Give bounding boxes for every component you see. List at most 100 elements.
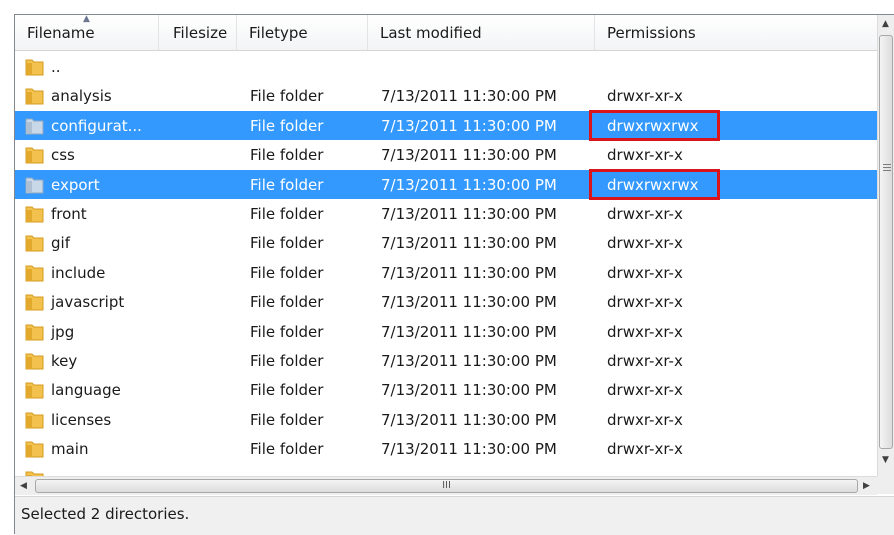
column-header-permissions-label: Permissions bbox=[607, 24, 696, 42]
file-name: jpg bbox=[51, 323, 75, 341]
scroll-grip-line bbox=[883, 167, 891, 168]
file-type: File folder bbox=[250, 205, 324, 223]
file-row[interactable]: gif File folder 7/13/2011 11:30:00 PM drwxr… bbox=[15, 228, 877, 257]
column-header-last-modified[interactable]: Last modified bbox=[368, 15, 595, 50]
file-row[interactable] bbox=[15, 464, 877, 476]
file-row[interactable]: main File folder 7/13/2011 11:30:00 PM drwx… bbox=[15, 434, 877, 463]
folder-icon bbox=[25, 205, 44, 223]
file-type: File folder bbox=[250, 176, 324, 194]
column-header-filesize-label: Filesize bbox=[173, 24, 228, 42]
file-row[interactable]: licenses File folder 7/13/2011 11:30:00 PM… bbox=[15, 405, 877, 434]
file-row[interactable]: .. bbox=[15, 52, 877, 81]
file-permissions: drwxr-xr-x bbox=[607, 87, 683, 105]
folder-icon bbox=[25, 293, 44, 311]
file-name: gif bbox=[51, 234, 70, 252]
folder-icon bbox=[25, 146, 44, 164]
folder-icon bbox=[25, 87, 44, 105]
file-name: .. bbox=[51, 58, 61, 76]
folder-icon bbox=[25, 58, 44, 76]
file-type: File folder bbox=[250, 323, 324, 341]
file-modified: 7/13/2011 11:30:00 PM bbox=[381, 293, 557, 311]
file-type: File folder bbox=[250, 87, 324, 105]
file-row[interactable]: front File folder 7/13/2011 11:30:00 PM drw… bbox=[15, 199, 877, 228]
folder-icon bbox=[25, 176, 44, 194]
file-modified: 7/13/2011 11:30:00 PM bbox=[381, 117, 557, 135]
scroll-down-arrow-icon[interactable]: ▼ bbox=[882, 455, 889, 465]
file-modified: 7/13/2011 11:30:00 PM bbox=[381, 264, 557, 282]
file-permissions: drwxr-xr-x bbox=[607, 381, 683, 399]
column-header-last-modified-label: Last modified bbox=[380, 24, 482, 42]
file-row[interactable]: key File folder 7/13/2011 11:30:00 PM drwxr… bbox=[15, 346, 877, 375]
permissions-highlight-box bbox=[589, 169, 720, 200]
column-header-permissions[interactable]: Permissions bbox=[595, 15, 877, 50]
file-name: front bbox=[51, 205, 87, 223]
file-type: File folder bbox=[250, 293, 324, 311]
file-permissions: drwxr-xr-x bbox=[607, 323, 683, 341]
scrollbar-corner bbox=[877, 476, 894, 494]
file-permissions: drwxr-xr-x bbox=[607, 205, 683, 223]
file-modified: 7/13/2011 11:30:00 PM bbox=[381, 234, 557, 252]
sort-ascending-icon: ▲ bbox=[83, 14, 90, 24]
file-permissions: drwxr-xr-x bbox=[607, 264, 683, 282]
file-type: File folder bbox=[250, 381, 324, 399]
status-bar: Selected 2 directories. bbox=[15, 496, 894, 535]
folder-icon bbox=[25, 381, 44, 399]
file-row[interactable]: configurat... File folder 7/13/2011 11:30:… bbox=[15, 110, 877, 141]
file-row[interactable]: css File folder 7/13/2011 11:30:00 PM drwxr… bbox=[15, 140, 877, 169]
column-header-filesize[interactable]: Filesize bbox=[159, 15, 237, 50]
file-modified: 7/13/2011 11:30:00 PM bbox=[381, 381, 557, 399]
horizontal-scrollbar[interactable]: ◀ III ▶ bbox=[15, 476, 877, 495]
column-header-bar: ▲ Filename Filesize Filetype Last modifi… bbox=[15, 14, 877, 51]
file-name: licenses bbox=[51, 411, 112, 429]
file-modified: 7/13/2011 11:30:00 PM bbox=[381, 87, 557, 105]
file-permissions: drwxr-xr-x bbox=[607, 234, 683, 252]
folder-icon bbox=[25, 117, 44, 135]
column-header-filename[interactable]: ▲ Filename bbox=[15, 14, 159, 50]
file-modified: 7/13/2011 11:30:00 PM bbox=[381, 323, 557, 341]
file-row[interactable]: include File folder 7/13/2011 11:30:00 PM d… bbox=[15, 258, 877, 287]
permissions-highlight-box bbox=[589, 110, 720, 141]
file-name: main bbox=[51, 440, 89, 458]
file-name: configurat... bbox=[51, 117, 142, 135]
file-name: export bbox=[51, 176, 100, 194]
column-header-filename-label: Filename bbox=[27, 24, 95, 42]
column-header-filetype[interactable]: Filetype bbox=[237, 15, 368, 50]
scroll-grip-line bbox=[883, 170, 891, 171]
folder-icon bbox=[25, 440, 44, 458]
file-row[interactable]: javascript File folder 7/13/2011 11:30:00 … bbox=[15, 287, 877, 316]
file-modified: 7/13/2011 11:30:00 PM bbox=[381, 176, 557, 194]
file-permissions: drwxr-xr-x bbox=[607, 146, 683, 164]
folder-icon bbox=[25, 323, 44, 341]
file-row[interactable]: export File folder 7/13/2011 11:30:00 PM dr… bbox=[15, 169, 877, 200]
file-modified: 7/13/2011 11:30:00 PM bbox=[381, 205, 557, 223]
file-modified: 7/13/2011 11:30:00 PM bbox=[381, 440, 557, 458]
file-row[interactable]: jpg File folder 7/13/2011 11:30:00 PM drwxr… bbox=[15, 317, 877, 346]
file-row[interactable]: language File folder 7/13/2011 11:30:00 PM… bbox=[15, 375, 877, 404]
file-modified: 7/13/2011 11:30:00 PM bbox=[381, 411, 557, 429]
remote-file-list-panel: ▲ Filename Filesize Filetype Last modifi… bbox=[14, 14, 894, 535]
file-name: css bbox=[51, 146, 75, 164]
file-type: File folder bbox=[250, 352, 324, 370]
folder-icon bbox=[25, 264, 44, 282]
file-name: key bbox=[51, 352, 78, 370]
file-type: File folder bbox=[250, 264, 324, 282]
file-type: File folder bbox=[250, 411, 324, 429]
column-header-filetype-label: Filetype bbox=[249, 24, 308, 42]
folder-icon bbox=[25, 411, 44, 429]
file-name: include bbox=[51, 264, 106, 282]
file-type: File folder bbox=[250, 440, 324, 458]
scroll-right-arrow-icon[interactable]: ▶ bbox=[863, 481, 870, 491]
horizontal-scroll-thumb[interactable]: III bbox=[35, 479, 858, 493]
file-row[interactable]: analysis File folder 7/13/2011 11:30:00 PM… bbox=[15, 81, 877, 110]
file-name: analysis bbox=[51, 87, 112, 105]
file-type: File folder bbox=[250, 234, 324, 252]
file-modified: 7/13/2011 11:30:00 PM bbox=[381, 146, 557, 164]
file-modified: 7/13/2011 11:30:00 PM bbox=[381, 352, 557, 370]
vertical-scroll-thumb[interactable] bbox=[879, 35, 893, 449]
scroll-up-arrow-icon[interactable]: ▲ bbox=[882, 19, 889, 29]
vertical-scrollbar[interactable]: ▲ ▼ bbox=[877, 15, 894, 476]
folder-icon bbox=[25, 352, 44, 370]
file-permissions: drwxr-xr-x bbox=[607, 352, 683, 370]
scroll-left-arrow-icon[interactable]: ◀ bbox=[20, 481, 27, 491]
horizontal-scroll-grip: III bbox=[442, 480, 451, 491]
